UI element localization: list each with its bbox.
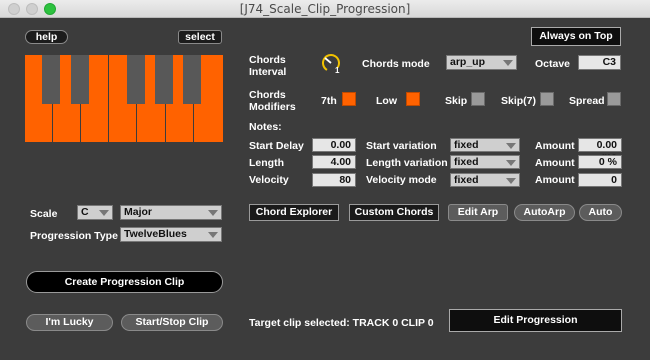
piano-black-key[interactable]	[71, 55, 89, 104]
start-variation-dropdown[interactable]: fixed	[450, 138, 520, 152]
chord-explorer-button[interactable]: Chord Explorer	[249, 204, 339, 221]
chevron-down-icon	[99, 210, 109, 216]
length-field[interactable]: 4.00	[312, 155, 356, 169]
modifier-low-label: Low	[376, 95, 397, 107]
help-button[interactable]: help	[25, 30, 68, 44]
amount-length-field[interactable]: 0 %	[578, 155, 622, 169]
chords-interval-label-line1: Chords	[249, 54, 286, 66]
amount-start-label: Amount	[535, 140, 575, 152]
velocity-field[interactable]: 80	[312, 173, 356, 187]
chords-interval-knob[interactable]: 1	[320, 52, 342, 74]
length-variation-label: Length variation	[366, 157, 448, 169]
velocity-mode-value: fixed	[454, 174, 479, 186]
piano-keyboard[interactable]	[25, 55, 223, 142]
chords-mode-value: arp_up	[450, 56, 486, 68]
start-delay-label: Start Delay	[249, 140, 304, 152]
chevron-down-icon	[506, 143, 516, 149]
device-panel: help select Always on Top Chords Interva…	[0, 18, 650, 360]
modifier-low-toggle[interactable]	[406, 92, 420, 106]
title-bar: [J74_Scale_Clip_Progression]	[0, 0, 650, 18]
modifier-skip7-toggle[interactable]	[540, 92, 554, 106]
amount-velocity-field[interactable]: 0	[578, 173, 622, 187]
chevron-down-icon	[506, 160, 516, 166]
scale-type-value: Major	[124, 206, 153, 218]
auto-button[interactable]: Auto	[579, 204, 622, 221]
start-variation-value: fixed	[454, 139, 479, 151]
modifier-skip-toggle[interactable]	[471, 92, 485, 106]
modifier-spread-label: Spread	[569, 95, 605, 107]
piano-black-key[interactable]	[42, 55, 60, 104]
autoarp-button[interactable]: AutoArp	[514, 204, 575, 221]
window-title: [J74_Scale_Clip_Progression]	[239, 2, 411, 16]
octave-label: Octave	[535, 58, 571, 70]
progression-type-dropdown[interactable]: TwelveBlues	[120, 227, 222, 242]
progression-type-value: TwelveBlues	[124, 228, 187, 240]
chords-modifiers-label-line2: Modifiers	[249, 101, 296, 113]
chevron-down-icon	[208, 210, 218, 216]
start-variation-label: Start variation	[366, 140, 437, 152]
create-progression-clip-button[interactable]: Create Progression Clip	[26, 271, 223, 293]
piano-black-key[interactable]	[127, 55, 145, 104]
chevron-down-icon	[503, 60, 513, 66]
modifier-skip-label: Skip	[445, 95, 468, 107]
velocity-mode-label: Velocity mode	[366, 174, 437, 186]
chords-interval-label-line2: Interval	[249, 66, 287, 78]
chords-interval-value: 1	[335, 66, 340, 74]
scale-root-value: C	[81, 206, 89, 218]
select-button[interactable]: select	[178, 30, 222, 44]
scale-label: Scale	[30, 208, 58, 220]
custom-chords-button[interactable]: Custom Chords	[349, 204, 439, 221]
octave-field[interactable]: C3	[578, 55, 621, 70]
length-variation-dropdown[interactable]: fixed	[450, 155, 520, 169]
modifier-7th-label: 7th	[321, 95, 337, 107]
velocity-label: Velocity	[249, 174, 289, 186]
edit-arp-button[interactable]: Edit Arp	[448, 204, 508, 221]
edit-progression-button[interactable]: Edit Progression	[449, 309, 622, 332]
amount-velocity-label: Amount	[535, 174, 575, 186]
start-delay-field[interactable]: 0.00	[312, 138, 356, 152]
start-stop-clip-button[interactable]: Start/Stop Clip	[121, 314, 223, 331]
length-variation-value: fixed	[454, 156, 479, 168]
chords-mode-label: Chords mode	[362, 58, 430, 70]
chords-modifiers-label-line1: Chords	[249, 89, 286, 101]
chevron-down-icon	[208, 232, 218, 238]
chords-mode-dropdown[interactable]: arp_up	[446, 55, 517, 70]
piano-black-key[interactable]	[183, 55, 201, 104]
amount-length-label: Amount	[535, 157, 575, 169]
piano-black-key[interactable]	[155, 55, 173, 104]
im-lucky-button[interactable]: I'm Lucky	[26, 314, 113, 331]
length-label: Length	[249, 157, 284, 169]
modifier-skip7-label: Skip(7)	[501, 95, 537, 107]
progression-type-label: Progression Type	[30, 230, 118, 242]
target-clip-status: Target clip selected: TRACK 0 CLIP 0	[249, 317, 434, 329]
notes-label: Notes:	[249, 121, 282, 133]
modifier-spread-toggle[interactable]	[607, 92, 621, 106]
scale-root-dropdown[interactable]: C	[77, 205, 113, 220]
always-on-top-button[interactable]: Always on Top	[531, 27, 621, 46]
modifier-7th-toggle[interactable]	[342, 92, 356, 106]
scale-type-dropdown[interactable]: Major	[120, 205, 222, 220]
velocity-mode-dropdown[interactable]: fixed	[450, 173, 520, 187]
amount-start-field[interactable]: 0.00 ms	[578, 138, 622, 163]
chevron-down-icon	[506, 178, 516, 184]
